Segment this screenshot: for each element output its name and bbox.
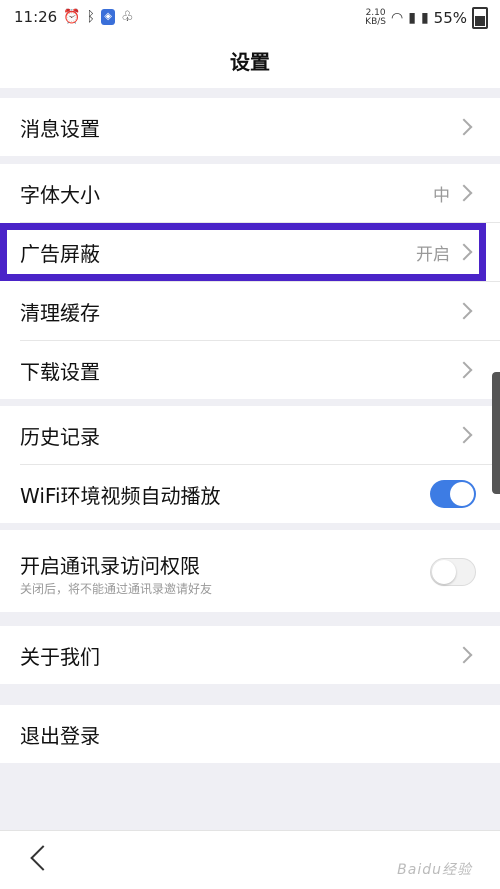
battery-icon bbox=[472, 7, 488, 29]
bottom-bar: Baidu经验 bbox=[0, 830, 500, 889]
signal-icon-2: ▮ bbox=[420, 10, 429, 26]
scrollbar[interactable] bbox=[492, 372, 500, 494]
chevron-right-icon bbox=[455, 302, 473, 320]
chevron-right-icon bbox=[455, 361, 473, 379]
signal-icon: ▮ bbox=[408, 10, 416, 26]
row-label: 消息设置 bbox=[20, 116, 100, 141]
row-label: 下载设置 bbox=[20, 359, 100, 384]
back-icon[interactable] bbox=[30, 845, 56, 871]
row-about-us[interactable]: 关于我们 bbox=[0, 626, 500, 684]
status-bar: 11:26 ⏰ ᛒ ◈ ♧ 2.10 KB/S ◠ ▮ ▮ 55% bbox=[0, 0, 500, 36]
row-label: 退出登录 bbox=[20, 723, 100, 748]
group-playback: 历史记录 WiFi环境视频自动播放 bbox=[0, 406, 500, 523]
contacts-permission-toggle[interactable] bbox=[430, 558, 476, 586]
qq-icon: ♧ bbox=[121, 9, 134, 25]
row-download-settings[interactable]: 下载设置 bbox=[0, 341, 500, 399]
row-label: 历史记录 bbox=[20, 424, 100, 449]
row-label: 开启通讯录访问权限 bbox=[20, 554, 200, 578]
row-label: 清理缓存 bbox=[20, 300, 100, 325]
battery-percent: 55% bbox=[433, 9, 467, 27]
row-history[interactable]: 历史记录 bbox=[0, 406, 500, 464]
row-ad-block[interactable]: 广告屏蔽 开启 bbox=[0, 223, 500, 281]
chevron-right-icon bbox=[455, 118, 473, 136]
row-value: 中 bbox=[433, 185, 450, 206]
clock: 11:26 bbox=[14, 8, 58, 26]
bluetooth-icon: ᛒ bbox=[86, 9, 96, 25]
row-wifi-autoplay: WiFi环境视频自动播放 bbox=[0, 465, 500, 523]
page-title: 设置 bbox=[0, 36, 500, 88]
row-message-settings[interactable]: 消息设置 bbox=[0, 98, 500, 156]
toggle-knob bbox=[450, 482, 474, 506]
group-contacts: 开启通讯录访问权限 关闭后，将不能通过通讯录邀请好友 bbox=[0, 530, 500, 612]
wifi-autoplay-toggle[interactable] bbox=[430, 480, 476, 508]
chevron-right-icon bbox=[455, 426, 473, 444]
group-display: 字体大小 中 广告屏蔽 开启 清理缓存 下载设置 bbox=[0, 164, 500, 399]
watermark: Baidu经验 bbox=[397, 862, 472, 878]
wifi-icon: ◠ bbox=[391, 10, 404, 26]
chevron-right-icon bbox=[455, 646, 473, 664]
row-label: 字体大小 bbox=[20, 182, 100, 207]
row-font-size[interactable]: 字体大小 中 bbox=[0, 164, 500, 222]
row-clear-cache[interactable]: 清理缓存 bbox=[0, 282, 500, 340]
shield-icon: ◈ bbox=[101, 9, 116, 25]
alarm-icon: ⏰ bbox=[63, 9, 81, 25]
logout-button[interactable]: 退出登录 bbox=[0, 705, 500, 763]
group-logout: 退出登录 bbox=[0, 705, 500, 763]
toggle-knob bbox=[432, 560, 456, 584]
row-hint: 关闭后，将不能通过通讯录邀请好友 bbox=[20, 582, 213, 596]
group-messages: 消息设置 bbox=[0, 98, 500, 156]
row-label: 关于我们 bbox=[20, 644, 100, 669]
highlight-box bbox=[0, 223, 486, 281]
row-contacts-permission: 开启通讯录访问权限 关闭后，将不能通过通讯录邀请好友 bbox=[0, 530, 500, 612]
network-speed: 2.10 KB/S bbox=[365, 8, 386, 27]
chevron-right-icon bbox=[455, 184, 473, 202]
row-label: WiFi环境视频自动播放 bbox=[20, 483, 221, 508]
group-about: 关于我们 bbox=[0, 626, 500, 684]
